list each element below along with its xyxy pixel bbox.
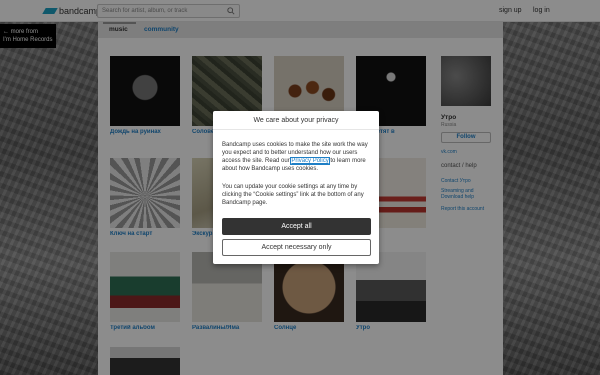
accept-necessary-button[interactable]: Accept necessary only bbox=[222, 239, 371, 256]
accept-all-button[interactable]: Accept all bbox=[222, 218, 371, 235]
cookie-settings-note: You can update your cookie settings at a… bbox=[222, 184, 364, 206]
cookie-dialog-title: We care about your privacy bbox=[213, 111, 379, 130]
cookie-explanation: Bandcamp uses cookies to make the site w… bbox=[222, 141, 372, 173]
privacy-policy-link[interactable]: Privacy Policy bbox=[290, 157, 330, 165]
cookie-consent-dialog: We care about your privacy Bandcamp uses… bbox=[213, 111, 379, 264]
